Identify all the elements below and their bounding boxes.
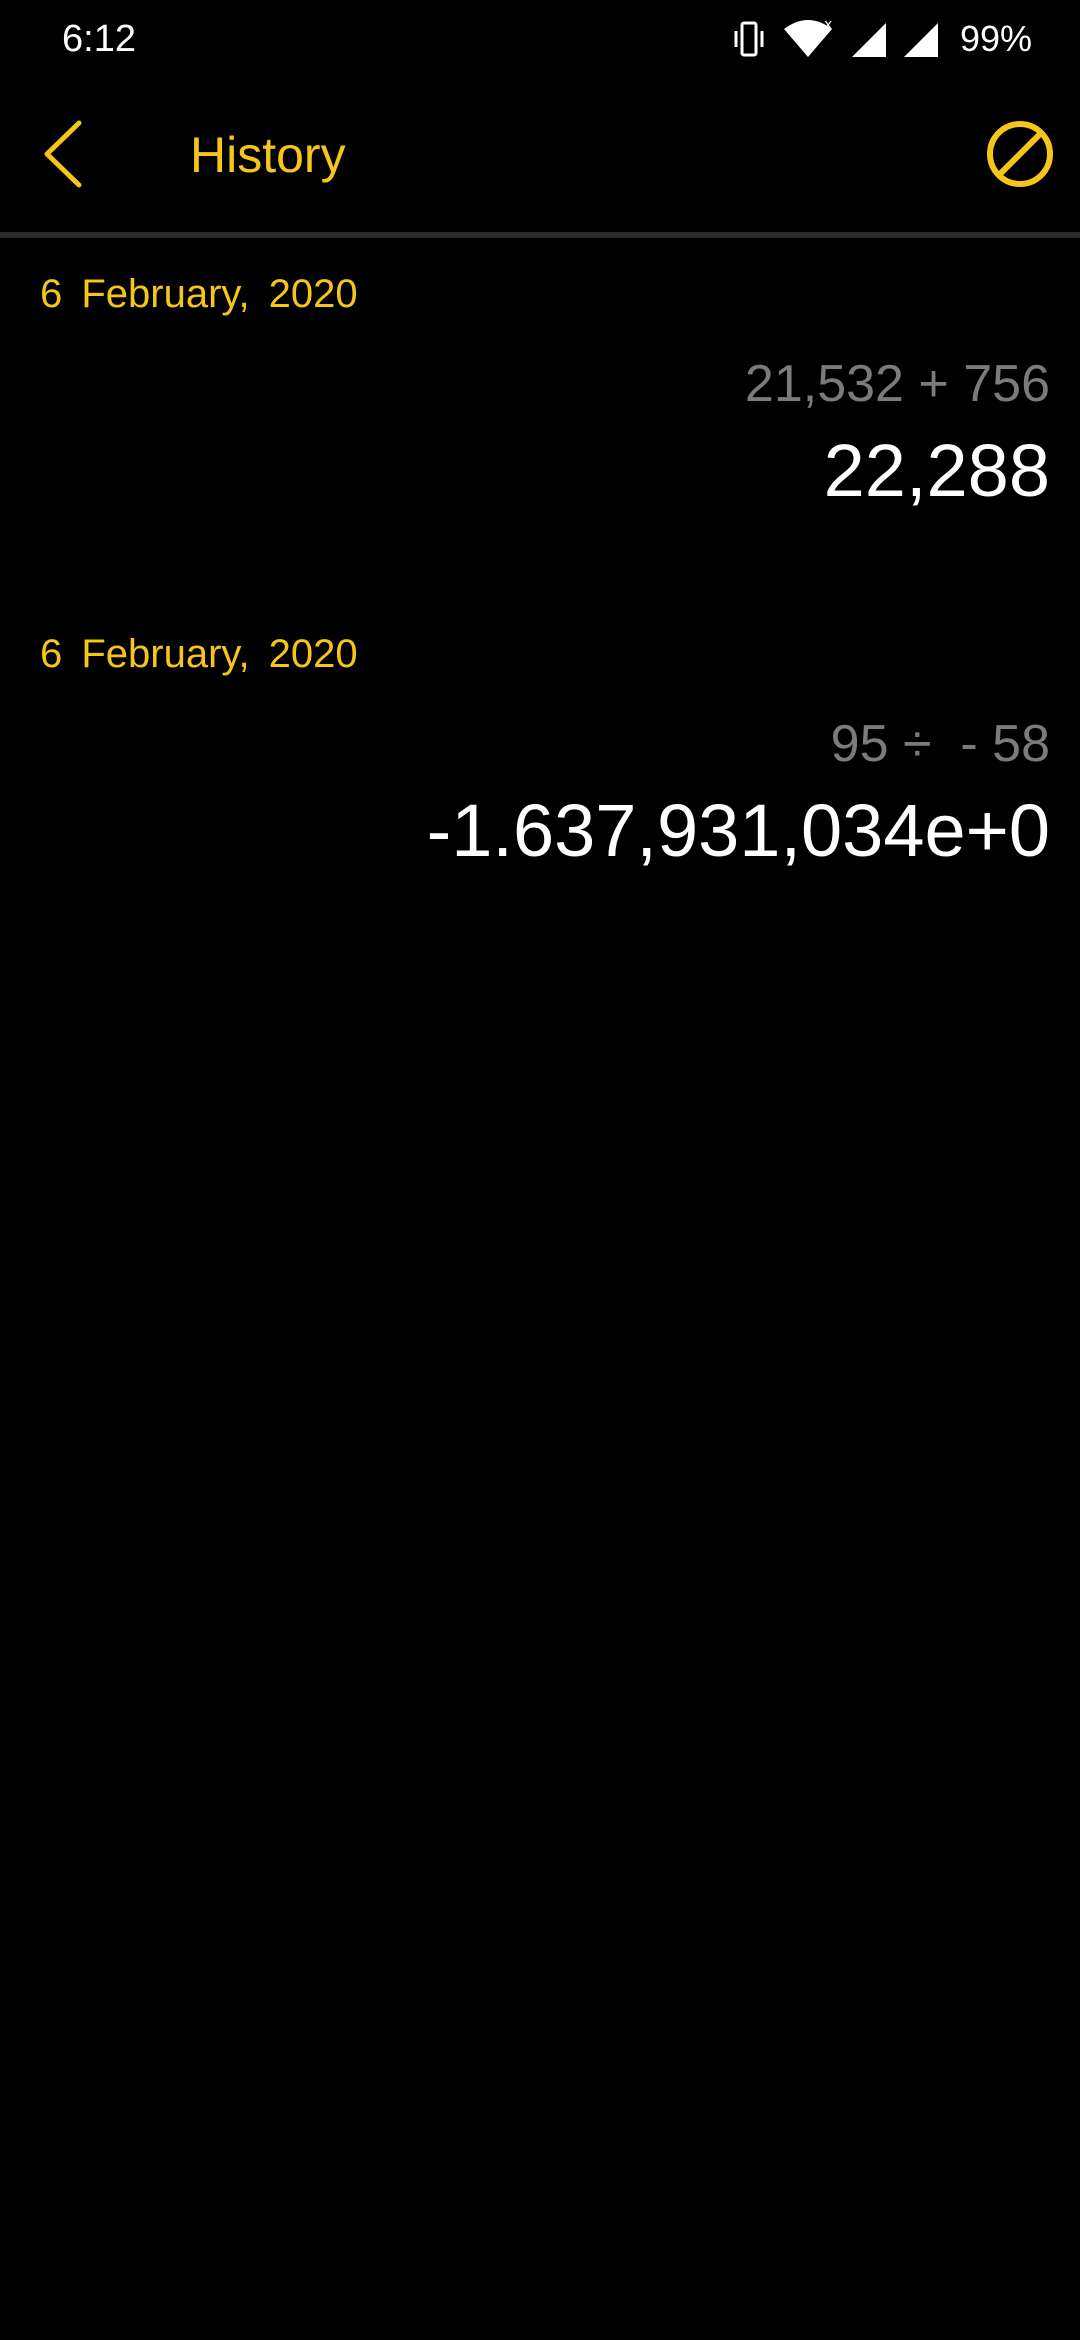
wifi-icon: x bbox=[780, 17, 836, 61]
back-button[interactable] bbox=[22, 114, 106, 198]
entry-result: 22,288 bbox=[823, 429, 1050, 512]
status-icons: x 99% bbox=[732, 16, 1032, 62]
entry-expression: 95 ÷ - 58 bbox=[830, 715, 1050, 773]
entry-date: 6 February, 2020 bbox=[40, 632, 358, 676]
battery-level: 99% bbox=[959, 18, 1032, 59]
clear-history-button[interactable] bbox=[982, 118, 1058, 194]
entry-expression: 21,532 + 756 bbox=[744, 355, 1050, 413]
app-bar: History bbox=[0, 80, 1080, 232]
page-title: History bbox=[190, 127, 346, 183]
history-list: 6 February, 2020 21,532 + 756 22,288 6 F… bbox=[0, 238, 1080, 958]
chevron-left-icon bbox=[39, 119, 89, 194]
signal-icon bbox=[902, 19, 940, 59]
history-entry[interactable]: 6 February, 2020 21,532 + 756 22,288 bbox=[0, 238, 1080, 598]
status-bar: 6:12 x 99% bbox=[0, 0, 1080, 80]
clear-history-icon bbox=[985, 119, 1055, 194]
history-screen: 6:12 x 99% History 6 February, 2020 21,5… bbox=[0, 0, 1080, 2340]
svg-text:x: x bbox=[824, 17, 832, 33]
vibrate-icon bbox=[732, 19, 766, 59]
entry-result: -1.637,931,034e+0 bbox=[426, 789, 1050, 872]
signal-icon bbox=[850, 19, 888, 59]
history-entry[interactable]: 6 February, 2020 95 ÷ - 58 -1.637,931,03… bbox=[0, 598, 1080, 958]
status-time: 6:12 bbox=[62, 18, 136, 60]
entry-date: 6 February, 2020 bbox=[40, 272, 358, 316]
